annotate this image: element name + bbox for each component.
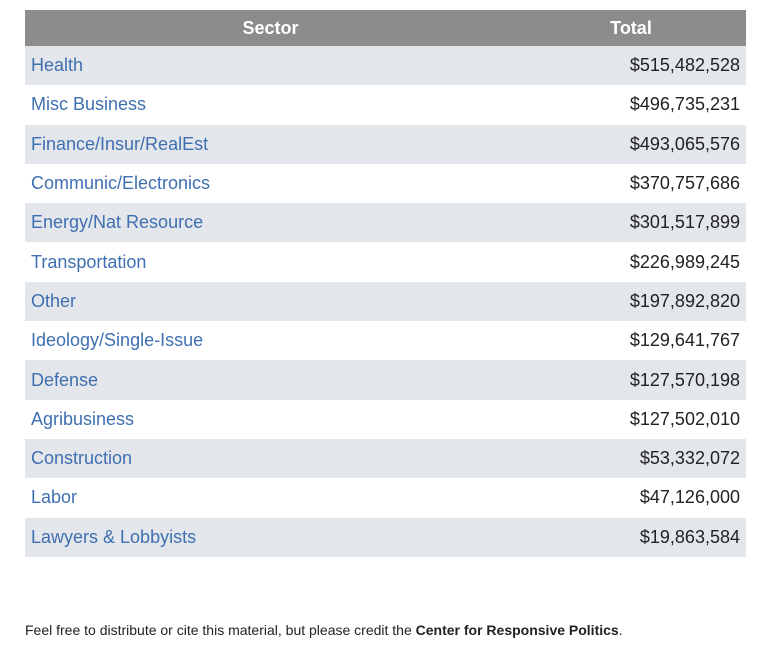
sector-link[interactable]: Agribusiness (25, 399, 516, 439)
table-row: Labor $47,126,000 (25, 478, 746, 518)
sector-total: $370,757,686 (516, 163, 746, 204)
credit-prefix: Feel free to distribute or cite this mat… (25, 622, 416, 638)
sector-total: $301,517,899 (516, 203, 746, 243)
table-row: Construction $53,332,072 (25, 438, 746, 479)
table-row: Misc Business $496,735,231 (25, 85, 746, 125)
table-row: Energy/Nat Resource $301,517,899 (25, 203, 746, 243)
table-row: Ideology/Single-Issue $129,641,767 (25, 321, 746, 361)
sector-total: $496,735,231 (516, 85, 746, 125)
sector-link[interactable]: Misc Business (25, 85, 516, 125)
sector-total: $127,570,198 (516, 360, 746, 400)
sector-total: $127,502,010 (516, 399, 746, 439)
table-row: Other $197,892,820 (25, 281, 746, 322)
table-body: Health $515,482,528 Misc Business $496,7… (25, 46, 746, 557)
sector-total: $129,641,767 (516, 321, 746, 361)
table-row: Lawyers & Lobbyists $19,863,584 (25, 517, 746, 557)
sector-link[interactable]: Communic/Electronics (25, 163, 516, 204)
total-column-header[interactable]: Total (516, 10, 746, 46)
sector-link[interactable]: Lawyers & Lobbyists (25, 517, 516, 557)
sector-total: $47,126,000 (516, 478, 746, 518)
table-row: Health $515,482,528 (25, 46, 746, 86)
sector-link[interactable]: Defense (25, 360, 516, 400)
sector-link[interactable]: Energy/Nat Resource (25, 203, 516, 243)
sector-link[interactable]: Transportation (25, 242, 516, 282)
sector-link[interactable]: Construction (25, 438, 516, 479)
sector-total: $493,065,576 (516, 124, 746, 164)
table-row: Defense $127,570,198 (25, 360, 746, 400)
sector-link[interactable]: Health (25, 46, 516, 86)
credit-source: Center for Responsive Politics (415, 622, 619, 638)
sector-link[interactable]: Finance/Insur/RealEst (25, 124, 516, 164)
sector-column-header[interactable]: Sector (25, 10, 516, 46)
table-row: Agribusiness $127,502,010 (25, 399, 746, 439)
table-row: Transportation $226,989,245 (25, 242, 746, 282)
table-row: Communic/Electronics $370,757,686 (25, 163, 746, 204)
sector-link[interactable]: Labor (25, 478, 516, 518)
sector-total: $19,863,584 (516, 517, 746, 557)
sector-totals-table: Sector Total Health $515,482,528 Misc Bu… (25, 10, 746, 557)
sector-total: $53,332,072 (516, 438, 746, 479)
credit-suffix: . (618, 622, 623, 638)
sector-link[interactable]: Ideology/Single-Issue (25, 321, 516, 361)
table-row: Finance/Insur/RealEst $493,065,576 (25, 124, 746, 164)
credit-note: Feel free to distribute or cite this mat… (25, 622, 623, 638)
sector-total: $515,482,528 (516, 46, 746, 86)
sector-total: $197,892,820 (516, 281, 746, 322)
sector-link[interactable]: Other (25, 281, 516, 322)
table-header-row: Sector Total (25, 10, 746, 46)
sector-total: $226,989,245 (516, 242, 746, 282)
